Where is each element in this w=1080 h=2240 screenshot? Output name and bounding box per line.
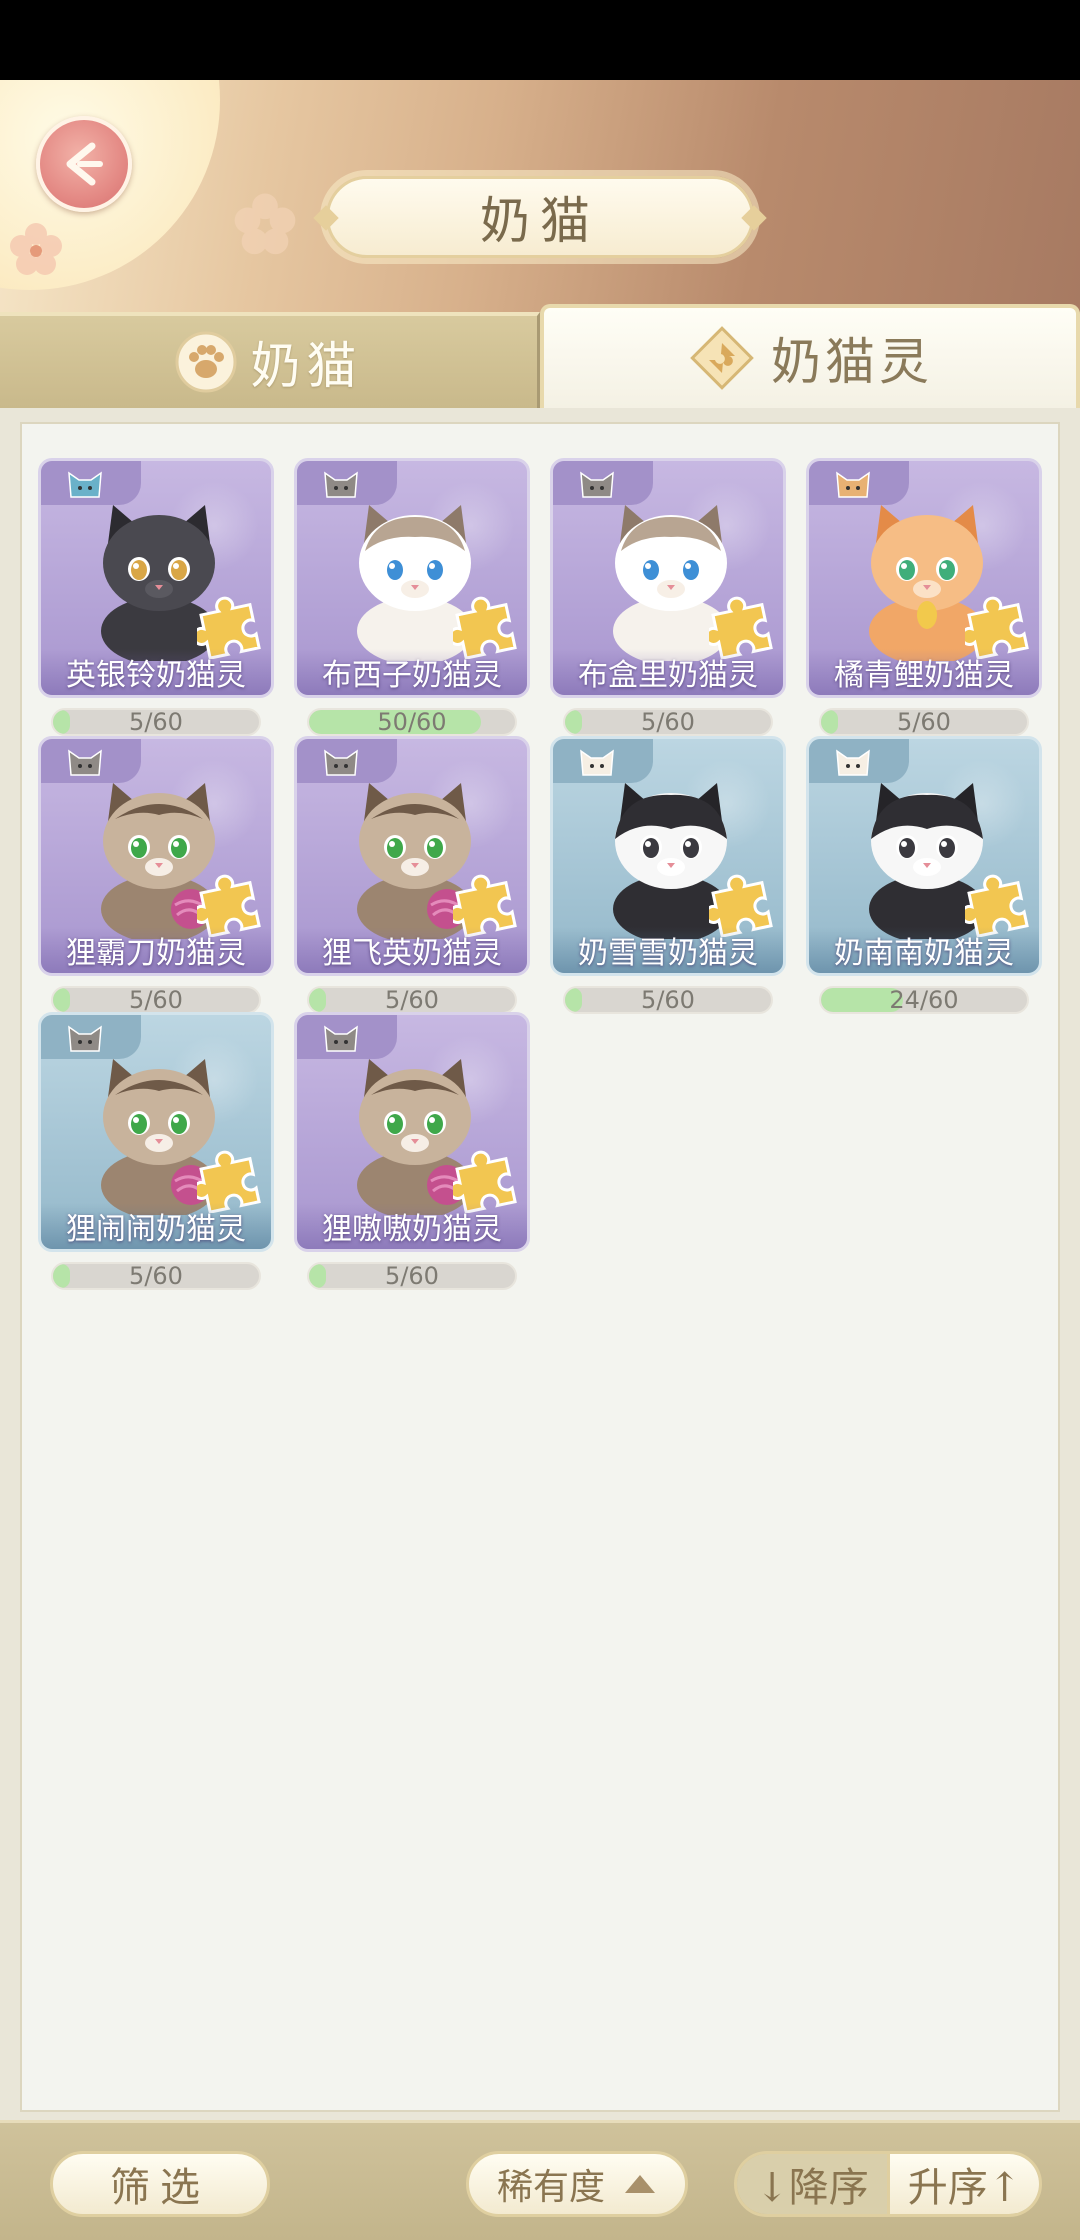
blossom-icon — [234, 193, 296, 255]
card-name-bar: 狸嗷嗷奶猫灵 — [297, 1203, 527, 1249]
page-title: 奶猫 — [480, 192, 600, 250]
fragment-progress-bar: 5/60 — [819, 708, 1029, 736]
bottom-toolbar: 筛选 稀有度 ↓降序 升序↑ — [0, 2120, 1080, 2240]
filter-button-label: 筛选 — [110, 2165, 210, 2211]
fragment-progress-bar: 5/60 — [307, 1262, 517, 1290]
card-name-bar: 奶南南奶猫灵 — [809, 927, 1039, 973]
card-frame: 奶南南奶猫灵 — [806, 736, 1042, 976]
puzzle-diamond-icon — [690, 326, 754, 390]
card-name-bar: 狸霸刀奶猫灵 — [41, 927, 271, 973]
card-name: 布盒里奶猫灵 — [578, 658, 758, 693]
progress-count: 5/60 — [385, 986, 439, 1014]
fragment-progress-bar: 5/60 — [563, 708, 773, 736]
fragment-progress-bar: 5/60 — [51, 1262, 261, 1290]
card-name: 奶雪雪奶猫灵 — [578, 936, 758, 971]
cat-spirit-card[interactable]: 狸飞英奶猫灵 — [294, 736, 530, 976]
card-frame: 橘青鲤奶猫灵 — [806, 458, 1042, 698]
card-name-bar: 狸闹闹奶猫灵 — [41, 1203, 271, 1249]
cat-spirit-card[interactable]: 奶南南奶猫灵 — [806, 736, 1042, 976]
card-name: 狸嗷嗷奶猫灵 — [322, 1212, 502, 1247]
sort-order-toggle: ↓降序 升序↑ — [734, 2151, 1042, 2217]
progress-count: 5/60 — [897, 708, 951, 736]
cat-spirit-card[interactable]: 布盒里奶猫灵 — [550, 458, 786, 698]
card-name: 狸飞英奶猫灵 — [322, 936, 502, 971]
card-name-bar: 布盒里奶猫灵 — [553, 649, 783, 695]
card-name-bar: 奶雪雪奶猫灵 — [553, 927, 783, 973]
cat-spirit-card[interactable]: 奶雪雪奶猫灵 — [550, 736, 786, 976]
triangle-up-icon — [625, 2175, 655, 2193]
cat-spirit-card[interactable]: 英银铃奶猫灵 — [38, 458, 274, 698]
card-frame: 布盒里奶猫灵 — [550, 458, 786, 698]
rarity-sort-button[interactable]: 稀有度 — [466, 2151, 688, 2217]
tab-bar: 奶猫 奶猫灵 — [0, 304, 1080, 408]
cat-spirit-card[interactable]: 狸嗷嗷奶猫灵 — [294, 1012, 530, 1252]
fragment-progress-bar: 50/60 — [307, 708, 517, 736]
card-name: 布西子奶猫灵 — [322, 658, 502, 693]
filter-button[interactable]: 筛选 — [50, 2151, 270, 2217]
card-frame: 狸嗷嗷奶猫灵 — [294, 1012, 530, 1252]
card-name: 橘青鲤奶猫灵 — [834, 658, 1014, 693]
sort-descending-label: ↓降序 — [755, 2165, 869, 2211]
progress-count: 5/60 — [129, 1262, 183, 1290]
card-name: 英银铃奶猫灵 — [66, 658, 246, 693]
sort-descending-button[interactable]: ↓降序 — [737, 2154, 887, 2214]
card-name: 奶南南奶猫灵 — [834, 936, 1014, 971]
cat-spirit-card[interactable]: 布西子奶猫灵 — [294, 458, 530, 698]
progress-count: 5/60 — [641, 708, 695, 736]
card-frame: 狸霸刀奶猫灵 — [38, 736, 274, 976]
card-frame: 奶雪雪奶猫灵 — [550, 736, 786, 976]
sort-ascending-button[interactable]: 升序↑ — [887, 2154, 1039, 2214]
back-arrow-icon — [66, 142, 103, 186]
card-name-bar: 橘青鲤奶猫灵 — [809, 649, 1039, 695]
progress-count: 5/60 — [385, 1262, 439, 1290]
progress-count: 5/60 — [129, 708, 183, 736]
card-name: 狸霸刀奶猫灵 — [66, 936, 246, 971]
rarity-button-label: 稀有度 — [496, 2167, 605, 2208]
card-frame: 布西子奶猫灵 — [294, 458, 530, 698]
back-button[interactable] — [36, 116, 132, 212]
progress-count: 50/60 — [377, 708, 447, 736]
tab-cats-label: 奶猫 — [250, 337, 363, 395]
fragment-progress-bar: 5/60 — [563, 986, 773, 1014]
card-frame: 英银铃奶猫灵 — [38, 458, 274, 698]
tab-cat-spirits[interactable]: 奶猫灵 — [540, 304, 1080, 408]
blossom-icon — [10, 223, 62, 275]
paw-icon — [175, 331, 236, 393]
header: 奶猫 — [0, 80, 1080, 312]
title-plaque: 奶猫 — [326, 176, 754, 258]
progress-count: 5/60 — [641, 986, 695, 1014]
cat-spirit-card[interactable]: 狸闹闹奶猫灵 — [38, 1012, 274, 1252]
fragment-progress-bar: 5/60 — [307, 986, 517, 1014]
card-name-bar: 布西子奶猫灵 — [297, 649, 527, 695]
sort-ascending-label: 升序↑ — [907, 2165, 1022, 2211]
card-frame: 狸闹闹奶猫灵 — [38, 1012, 274, 1252]
tab-cats[interactable]: 奶猫 — [0, 312, 540, 408]
fragment-progress-bar: 5/60 — [51, 986, 261, 1014]
cat-spirit-card[interactable]: 橘青鲤奶猫灵 — [806, 458, 1042, 698]
cat-spirit-card[interactable]: 狸霸刀奶猫灵 — [38, 736, 274, 976]
card-name-bar: 英银铃奶猫灵 — [41, 649, 271, 695]
progress-count: 5/60 — [129, 986, 183, 1014]
card-frame: 狸飞英奶猫灵 — [294, 736, 530, 976]
fragment-progress-bar: 24/60 — [819, 986, 1029, 1014]
status-bar — [0, 0, 1080, 80]
card-grid-panel: 英银铃奶猫灵 5/60 布西子奶猫灵 50/60 布盒里奶猫灵 5/60 橘青鲤奶猫灵 5/6… — [20, 422, 1060, 2112]
card-name-bar: 狸飞英奶猫灵 — [297, 927, 527, 973]
tab-cat-spirits-label: 奶猫灵 — [771, 333, 933, 391]
progress-count: 24/60 — [889, 986, 959, 1014]
card-name: 狸闹闹奶猫灵 — [66, 1212, 246, 1247]
content-area: 英银铃奶猫灵 5/60 布西子奶猫灵 50/60 布盒里奶猫灵 5/60 橘青鲤奶猫灵 5/6… — [0, 408, 1080, 2120]
fragment-progress-bar: 5/60 — [51, 708, 261, 736]
